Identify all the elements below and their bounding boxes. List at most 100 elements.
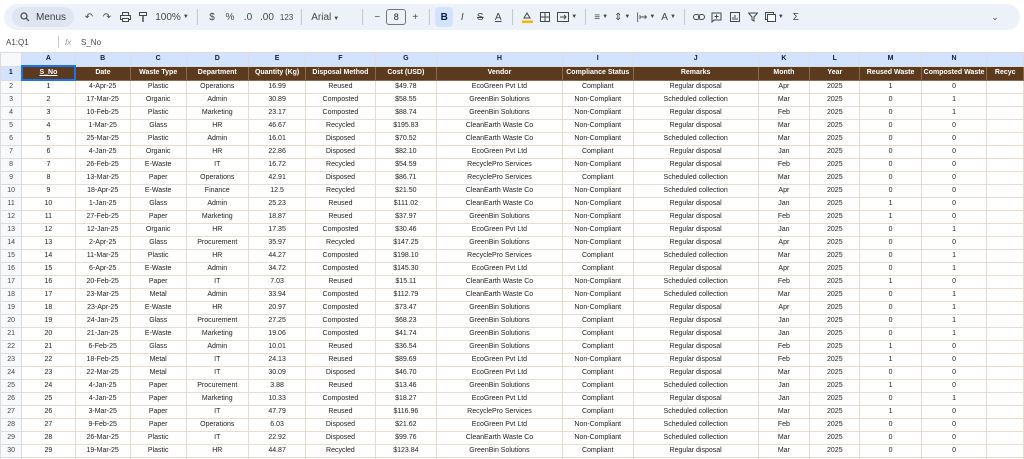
table-cell[interactable]: 2025: [809, 418, 861, 432]
table-cell[interactable]: [986, 119, 1024, 133]
table-cell[interactable]: 0: [859, 288, 922, 302]
row-header[interactable]: 11: [0, 197, 23, 211]
table-cell[interactable]: 22.92: [247, 431, 307, 445]
table-cell[interactable]: 1: [920, 327, 988, 341]
table-cell[interactable]: 13: [21, 236, 76, 250]
name-box[interactable]: A1:Q1: [0, 38, 58, 47]
merge-cells-icon[interactable]: ▼: [554, 7, 580, 27]
table-cell[interactable]: Metal: [129, 353, 187, 367]
column-header[interactable]: [986, 52, 1024, 67]
table-cell[interactable]: 0: [920, 197, 988, 211]
table-cell[interactable]: 2025: [809, 327, 861, 341]
table-cell[interactable]: 1: [920, 106, 988, 120]
table-cell[interactable]: Non-Compliant: [561, 106, 634, 120]
table-cell[interactable]: Jan: [757, 314, 811, 328]
table-cell[interactable]: Feb: [757, 106, 811, 120]
table-cell[interactable]: Plastic: [129, 79, 187, 94]
vertical-align-icon[interactable]: ⇕ ▼: [611, 7, 633, 27]
table-cell[interactable]: 2025: [809, 314, 861, 328]
comment-icon[interactable]: [708, 7, 726, 27]
table-cell[interactable]: Scheduled collection: [632, 132, 759, 146]
row-header[interactable]: 6: [0, 132, 23, 146]
table-cell[interactable]: 0: [920, 353, 988, 367]
table-cell[interactable]: Regular disposal: [632, 119, 759, 133]
table-cell[interactable]: 0: [920, 366, 988, 380]
table-cell[interactable]: 30.89: [247, 93, 307, 107]
table-cell[interactable]: 2: [21, 93, 76, 107]
bold-button[interactable]: B: [435, 7, 454, 27]
table-cell[interactable]: Compliant: [561, 392, 634, 406]
table-cell[interactable]: Non-Compliant: [561, 223, 634, 237]
table-cell[interactable]: 12: [21, 223, 76, 237]
table-cell[interactable]: 1: [859, 197, 922, 211]
table-cell[interactable]: [986, 106, 1024, 120]
table-cell[interactable]: 0: [859, 132, 922, 146]
table-cell[interactable]: 2025: [809, 353, 861, 367]
header-cell[interactable]: Date: [74, 65, 131, 81]
table-cell[interactable]: 7.03: [247, 275, 307, 289]
number-format-button[interactable]: 123: [277, 7, 296, 27]
collapse-toolbar-icon[interactable]: ⌄: [986, 7, 1004, 27]
table-cell[interactable]: Reused: [305, 210, 376, 224]
table-cell[interactable]: 2025: [809, 444, 861, 458]
table-cell[interactable]: 1: [920, 223, 988, 237]
table-cell[interactable]: 2025: [809, 184, 861, 198]
table-cell[interactable]: 2025: [809, 236, 861, 250]
table-cell[interactable]: Feb: [757, 275, 811, 289]
table-cell[interactable]: Regular disposal: [632, 210, 759, 224]
table-cell[interactable]: 4-Jan-25: [74, 145, 131, 159]
table-cell[interactable]: Glass: [129, 236, 187, 250]
table-cell[interactable]: [986, 353, 1024, 367]
table-cell[interactable]: GreenBin Solutions: [436, 314, 563, 328]
table-cell[interactable]: 2025: [809, 197, 861, 211]
table-cell[interactable]: Admin: [185, 262, 249, 276]
table-cell[interactable]: 47.79: [247, 405, 307, 419]
column-header[interactable]: J: [632, 52, 759, 67]
table-cell[interactable]: Regular disposal: [632, 106, 759, 120]
table-cell[interactable]: Compliant: [561, 405, 634, 419]
row-header[interactable]: 10: [0, 184, 23, 198]
table-cell[interactable]: 0: [920, 145, 988, 159]
table-cell[interactable]: [986, 379, 1024, 393]
table-cell[interactable]: 22: [21, 353, 76, 367]
table-cell[interactable]: EcoGreen Pvt Ltd: [436, 353, 563, 367]
table-cell[interactable]: $111.02: [374, 197, 438, 211]
table-cell[interactable]: Regular disposal: [632, 197, 759, 211]
row-header[interactable]: 19: [0, 301, 23, 315]
table-cell[interactable]: 1: [920, 301, 988, 315]
column-header[interactable]: I: [561, 52, 634, 67]
table-cell[interactable]: Paper: [129, 275, 187, 289]
text-wrapping-icon[interactable]: |↦ ▼: [633, 7, 658, 27]
table-cell[interactable]: [986, 392, 1024, 406]
table-cell[interactable]: Compliant: [561, 444, 634, 458]
table-cell[interactable]: Reused: [305, 197, 376, 211]
table-cell[interactable]: [986, 301, 1024, 315]
column-header[interactable]: B: [74, 52, 131, 67]
table-cell[interactable]: $116.96: [374, 405, 438, 419]
table-cell[interactable]: Compliant: [561, 379, 634, 393]
table-cell[interactable]: Disposed: [305, 145, 376, 159]
table-cell[interactable]: Admin: [185, 288, 249, 302]
table-cell[interactable]: Compliant: [561, 145, 634, 159]
table-cell[interactable]: Non-Compliant: [561, 353, 634, 367]
table-cell[interactable]: 10-Feb-25: [74, 106, 131, 120]
table-cell[interactable]: 2025: [809, 392, 861, 406]
table-cell[interactable]: Metal: [129, 288, 187, 302]
table-cell[interactable]: Glass: [129, 197, 187, 211]
table-cell[interactable]: Composted: [305, 106, 376, 120]
row-header[interactable]: 2: [0, 79, 23, 94]
table-cell[interactable]: Jan: [757, 327, 811, 341]
table-cell[interactable]: $99.76: [374, 431, 438, 445]
header-cell[interactable]: Vendor: [436, 65, 563, 81]
select-all-corner[interactable]: [0, 52, 23, 67]
table-cell[interactable]: 2025: [809, 405, 861, 419]
table-cell[interactable]: 26-Feb-25: [74, 158, 131, 172]
table-cell[interactable]: 0: [859, 145, 922, 159]
table-cell[interactable]: Mar: [757, 171, 811, 185]
table-cell[interactable]: Scheduled collection: [632, 418, 759, 432]
table-cell[interactable]: 21-Jan-25: [74, 327, 131, 341]
table-cell[interactable]: 10: [21, 197, 76, 211]
table-cell[interactable]: [986, 366, 1024, 380]
table-cell[interactable]: Scheduled collection: [632, 275, 759, 289]
table-cell[interactable]: 0: [859, 93, 922, 107]
